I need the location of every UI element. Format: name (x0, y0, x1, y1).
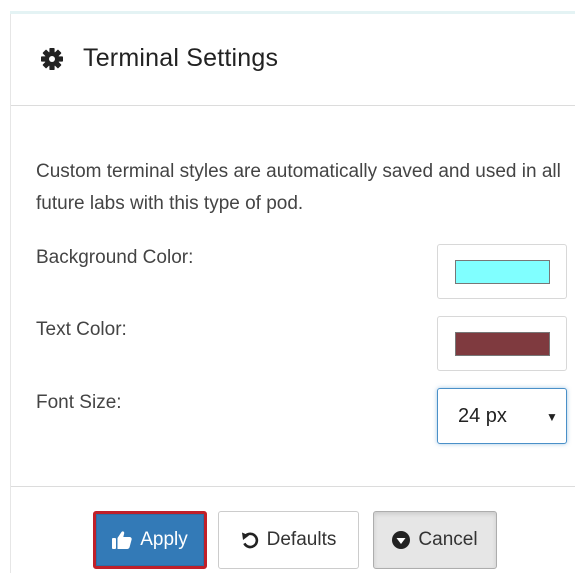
defaults-button-label: Defaults (266, 529, 337, 550)
cancel-button-label: Cancel (418, 529, 478, 550)
defaults-button[interactable]: Defaults (218, 511, 359, 569)
background-color-picker[interactable] (437, 244, 567, 299)
font-size-select[interactable]: 24 px ▼ (437, 388, 567, 444)
dialog-header: Terminal Settings (11, 14, 575, 106)
dialog-description: Custom terminal styles are automatically… (36, 161, 561, 214)
undo-icon (241, 531, 259, 549)
dialog-title: Terminal Settings (83, 44, 279, 72)
apply-button-label: Apply (140, 529, 188, 550)
font-size-label: Font Size: (36, 392, 122, 413)
terminal-settings-dialog: Terminal Settings Custom terminal styles… (10, 14, 575, 573)
gear-icon (41, 48, 63, 70)
font-size-value: 24 px (458, 405, 507, 427)
text-color-picker[interactable] (437, 316, 567, 371)
thumbs-up-icon (112, 531, 132, 549)
apply-button[interactable]: Apply (93, 511, 207, 569)
cancel-button[interactable]: Cancel (373, 511, 497, 569)
footer-divider (11, 486, 575, 487)
background-color-label: Background Color: (36, 247, 194, 268)
text-color-label: Text Color: (36, 319, 127, 340)
circle-arrow-down-icon (392, 531, 411, 549)
text-color-swatch (455, 332, 550, 356)
background-color-swatch (455, 260, 550, 284)
caret-down-icon: ▼ (546, 410, 558, 424)
